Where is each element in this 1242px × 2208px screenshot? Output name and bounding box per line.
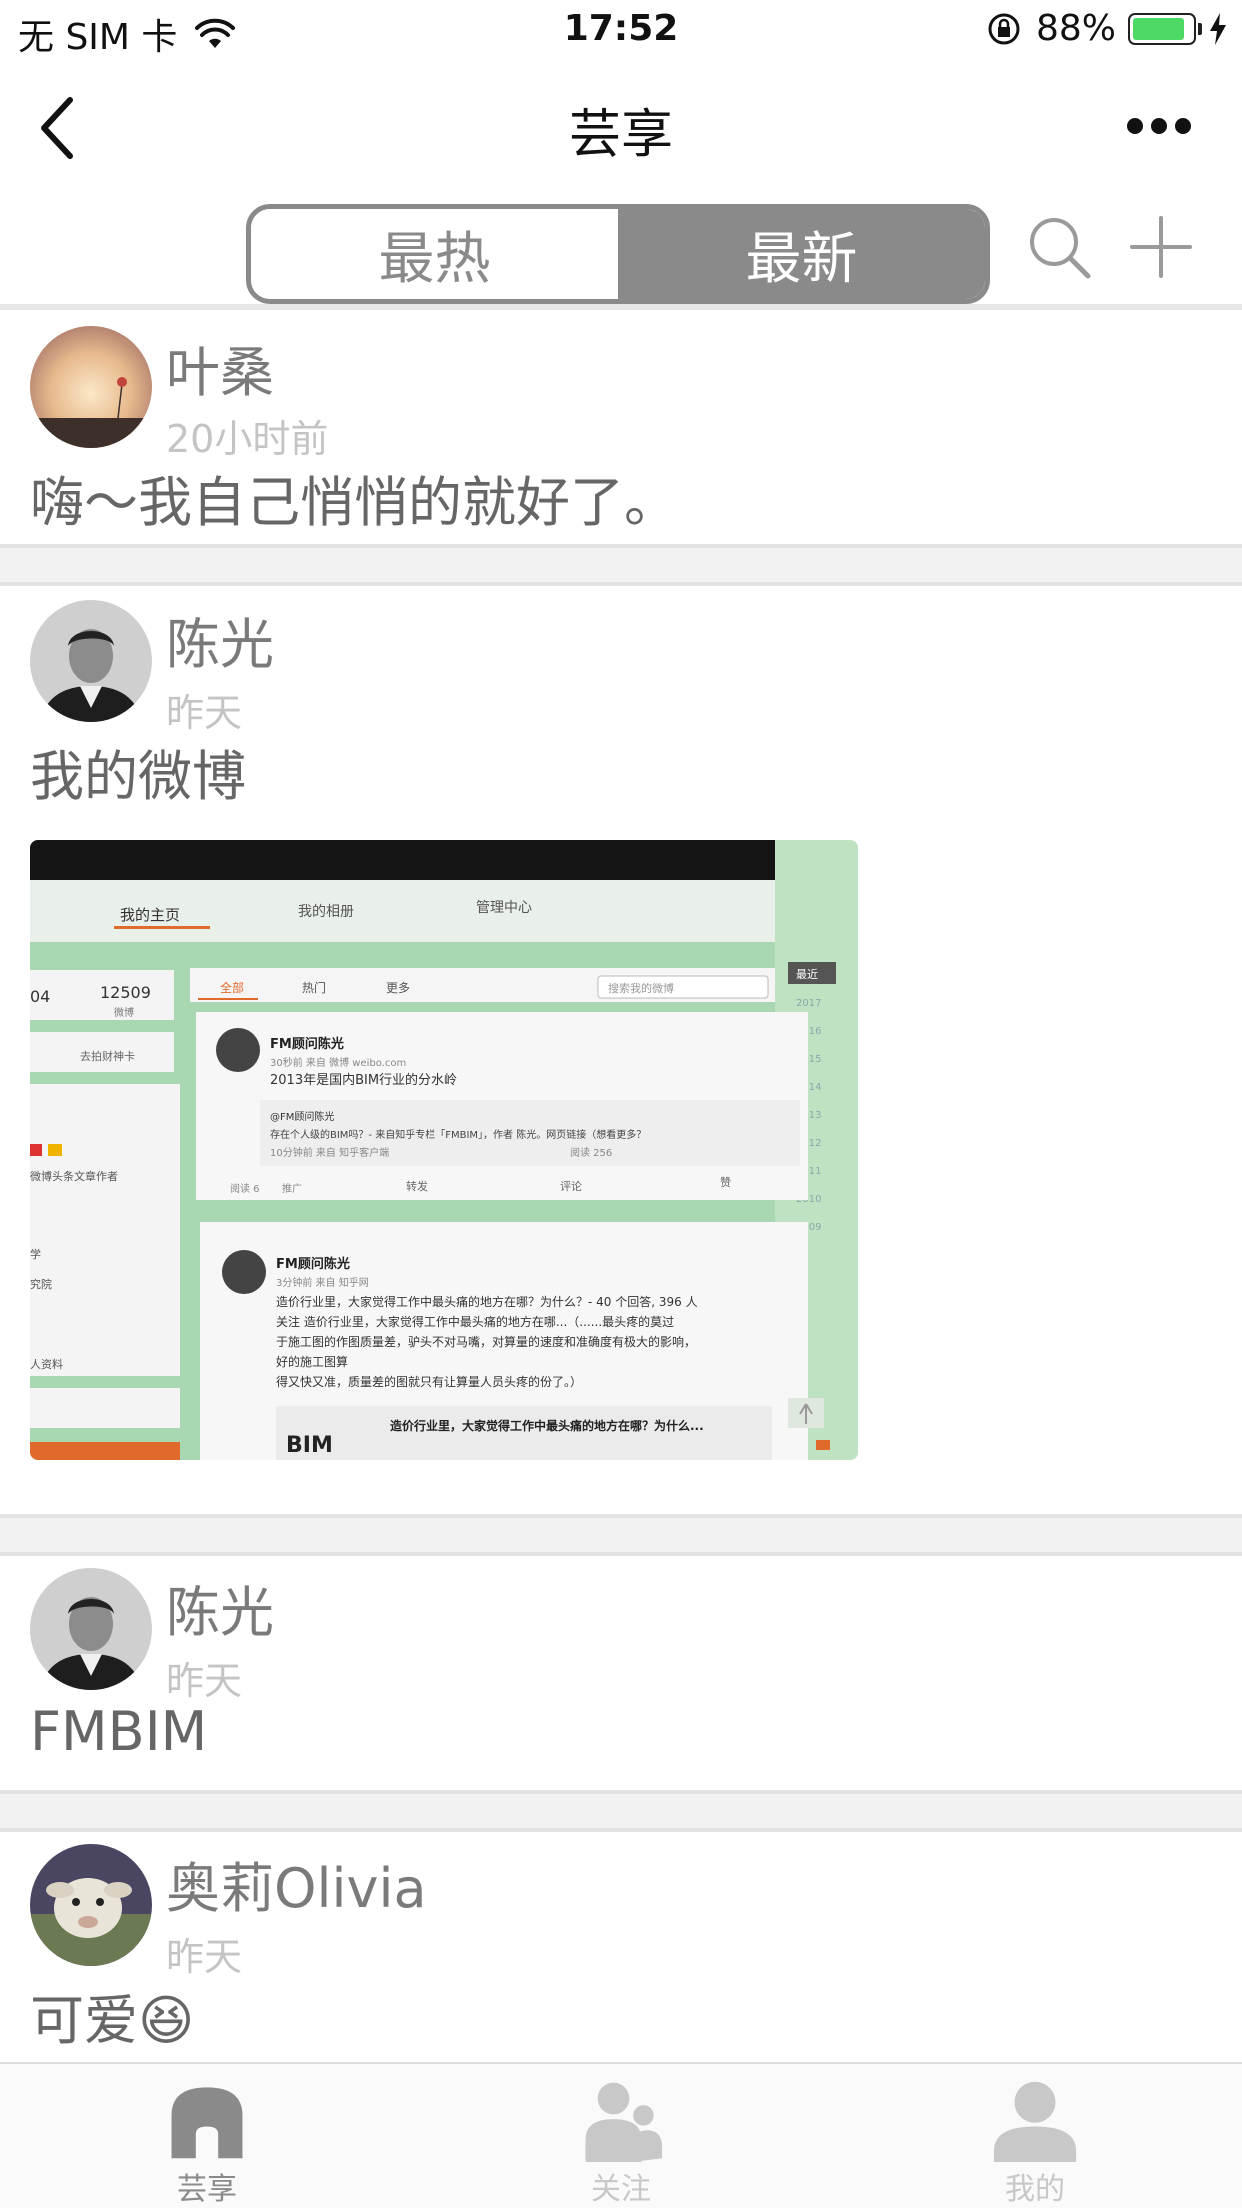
photo-nav-admin: 管理中心 [476,900,532,916]
page-title: 芸享 [568,105,673,165]
tab-bar: 芸享 关注 我的 [0,2062,1242,2208]
battery-fill [1133,17,1185,40]
post-time: 昨天 [166,1935,243,1979]
post-item[interactable]: 叶桑 20小时前 嗨～我自己悄悄的就好了。 [0,310,1242,544]
post-item[interactable]: 陈光 昨天 FMBIM [0,1556,1242,1790]
battery-icon [1128,12,1202,45]
photo-card1-action: 赞 [720,1176,731,1189]
post-time: 20小时前 [166,417,329,461]
tab-mine[interactable]: 我的 [828,2064,1242,2208]
tab-label: 我的 [1005,2172,1065,2207]
photo-filter-hot: 热门 [302,980,326,995]
photo-left-item: 微博头条文章作者 [30,1169,118,1183]
photo-filter-more: 更多 [386,981,410,995]
search-icon[interactable] [1026,214,1092,280]
post-item[interactable]: 奥莉Olivia 昨天 可爱😆 [0,1832,1242,2062]
tab-label: 关注 [591,2172,651,2207]
status-bar: 无 SIM 卡 17:52 88% [0,0,1242,62]
photo-card1-author: FM顾问陈光 [270,1036,344,1052]
post-text: 嗨～我自己悄悄的就好了。 [30,471,678,534]
post-author[interactable]: 叶桑 [166,328,274,407]
ellipsis-icon[interactable] [1126,114,1192,138]
photo-card1-meta: 30秒前 来自 微博 weibo.com [270,1056,406,1069]
plus-icon[interactable] [1128,214,1194,280]
tab-label: 芸享 [177,2172,237,2207]
photo-side-label: 最近 [796,968,818,981]
lamb-avatar[interactable] [30,1844,152,1966]
battery-percent: 88% [1035,8,1116,49]
photo-stat-b: 12509 [100,983,151,1002]
photo-year: 2017 [796,998,821,1009]
photo-card1-text: 2013年是国内BIM行业的分水岭 [270,1072,457,1088]
photo-card2-text: 于施工图的作图质量差，驴头不对马嘴，对算量的速度和准确度有极大的影响， [276,1334,696,1349]
photo-nav-album: 我的相册 [298,904,354,920]
post-time: 昨天 [166,691,243,735]
post-text: FMBIM [30,1700,208,1763]
orientation-lock-icon [988,13,1020,44]
post-text: 可爱😆 [30,1989,195,2052]
post-author[interactable]: 奥莉Olivia [166,1844,427,1923]
photo-nav-home: 我的主页 [120,906,180,924]
photo-filter-all: 全部 [220,980,244,995]
post-item[interactable]: 陈光 昨天 我的微博 我的主页 我的相册 管理中心 04 12509 微博 去拍… [0,586,1242,1514]
tab-home[interactable]: 芸享 [0,2064,414,2208]
segment-row: 最热 最新 [0,200,1242,308]
status-right: 88% [986,8,1228,49]
people-icon [585,2082,663,2162]
post-image[interactable]: 我的主页 我的相册 管理中心 04 12509 微博 去拍财神卡 微博头条文章作… [30,840,858,1460]
post-separator [0,1514,1242,1556]
photo-stat-label: 微博 [114,1006,134,1019]
home-icon [171,2087,243,2159]
post-separator [0,1790,1242,1832]
photo-left-item: 究院 [30,1277,52,1291]
post-author[interactable]: 陈光 [166,1568,274,1647]
photo-card2-text: 得又快又准，质量差的图就只有让算量人员头疼的份了。） [276,1374,582,1389]
photo-link-title: 造价行业里，大家觉得工作中最头痛的地方在哪？为什么... [390,1418,704,1433]
photo-card2-text: 造价行业里，大家觉得工作中最头痛的地方在哪？为什么？- 40 个回答, 396 … [276,1294,698,1309]
nav-bar: 芸享 [0,62,1242,190]
photo-left-item: 学 [30,1247,41,1261]
photo-quote-text: 存在个人级的BIM吗？- 来自知乎专栏「FMBIM」，作者 陈光。网页链接（想看… [270,1128,646,1141]
segment-control: 最热 最新 [246,204,990,304]
photo-card2-author: FM顾问陈光 [276,1256,350,1272]
post-author[interactable]: 陈光 [166,600,274,679]
charging-bolt-icon [1210,12,1226,45]
segment-tab-new[interactable]: 最新 [618,209,985,299]
photo-card1-read: 阅读 6 [230,1182,260,1195]
segment-tab-hot[interactable]: 最热 [251,209,618,299]
photo-quote-author: @FM顾问陈光 [270,1110,334,1123]
photo-quote-stats: 阅读 256 [570,1146,612,1159]
photo-card1-action: 转发 [406,1179,428,1193]
photo-card1-action: 评论 [560,1179,582,1193]
photo-quote-meta: 10分钟前 来自 知乎客户端 [270,1146,389,1159]
person-icon [993,2081,1077,2162]
photo-search-box: 搜索我的微博 [608,981,674,995]
man-portrait-avatar[interactable] [30,1568,152,1690]
post-separator [0,544,1242,586]
photo-card2-meta: 3分钟前 来自 知乎网 [276,1276,369,1289]
photo-card2-text: 关注 造价行业里，大家觉得工作中最头痛的地方在哪...（......最头疼的莫过 [276,1314,674,1329]
man-portrait-avatar[interactable] [30,600,152,722]
post-text: 我的微博 [30,745,246,808]
post-time: 昨天 [166,1659,243,1703]
tab-follow[interactable]: 关注 [414,2064,828,2208]
photo-stat-a: 04 [30,987,50,1006]
photo-card1-promote: 推广 [282,1182,302,1195]
photo-card2-text: 好的施工图算 [276,1354,348,1369]
photo-left-item: 人资料 [30,1357,63,1371]
photo-bim-logo: BIM [286,1433,333,1458]
photo-left-link: 去拍财神卡 [80,1049,135,1063]
sunset-balloon-avatar[interactable] [30,326,152,448]
